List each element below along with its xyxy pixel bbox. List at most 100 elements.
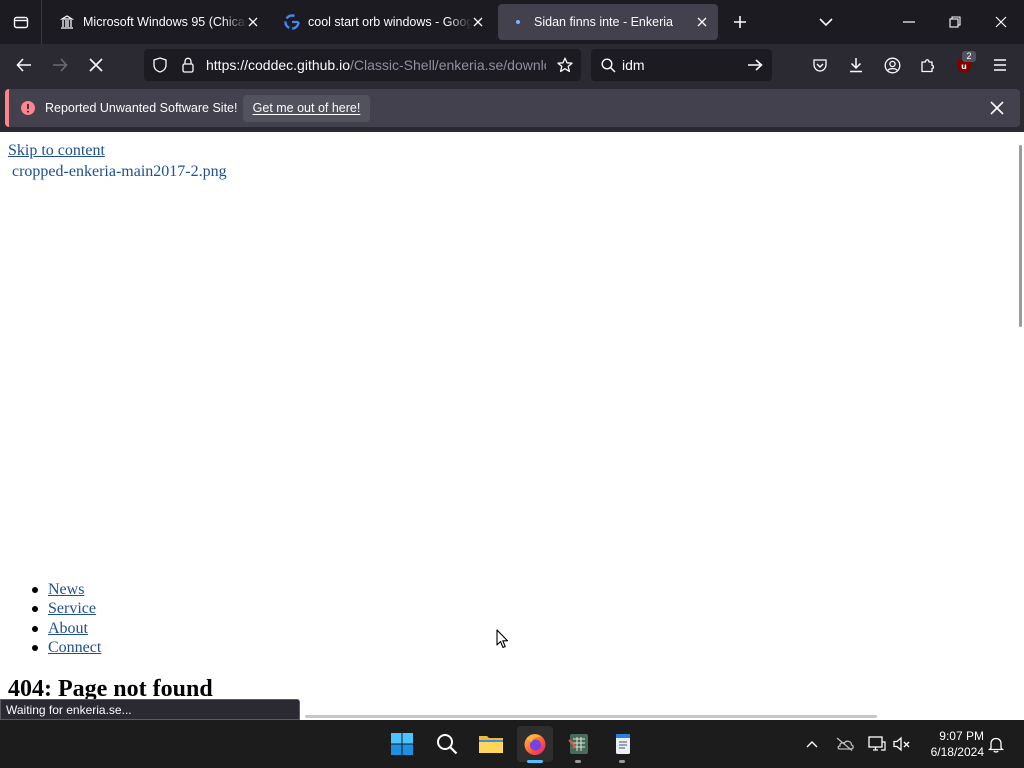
site-nav: News Service About Connect: [32, 580, 101, 658]
minimize-icon: [903, 21, 915, 23]
network-icon[interactable]: [866, 733, 888, 755]
close-icon: [995, 16, 1007, 28]
app-menu-button[interactable]: [988, 53, 1012, 77]
file-explorer-button[interactable]: [473, 726, 509, 762]
close-tab-icon[interactable]: [245, 14, 261, 30]
loading-dot-icon: [510, 14, 526, 30]
running-indicator: [619, 760, 625, 763]
mouse-cursor-icon: [496, 629, 510, 649]
download-icon: [850, 58, 862, 73]
notifications-bell-icon[interactable]: [986, 734, 1006, 754]
restore-button[interactable]: [941, 8, 969, 36]
bullet: [32, 606, 38, 613]
chevron-down-icon: [819, 18, 833, 27]
search-input[interactable]: idm: [622, 57, 645, 73]
back-button[interactable]: [12, 53, 36, 77]
arrow-right-icon: [748, 59, 763, 71]
google-icon: [284, 14, 300, 30]
taskbar-clock[interactable]: 9:07 PM 6/18/2024: [918, 728, 984, 760]
puzzle-icon: [921, 59, 935, 73]
spreadsheet-app-icon: [568, 734, 588, 754]
stop-icon: [89, 58, 103, 72]
plus-icon: [734, 16, 746, 28]
extensions-button[interactable]: [916, 53, 940, 77]
url-host: https://coddec.github.io: [206, 57, 350, 73]
minimize-button[interactable]: [895, 8, 923, 36]
search-go-button[interactable]: [744, 54, 766, 76]
firefox-icon: [524, 734, 546, 755]
notepad-app-button[interactable]: [605, 726, 641, 762]
list-all-tabs-button[interactable]: [0, 0, 42, 44]
arrow-left-icon: [16, 58, 31, 72]
url-path: /Classic-Shell/enkeria.se/downloads: [350, 57, 546, 73]
running-indicator: [575, 760, 581, 763]
get-me-out-label: Get me out of here!: [252, 101, 361, 115]
windows-logo-icon: [391, 733, 413, 755]
firefox-running-indicator: [527, 760, 543, 763]
forward-button[interactable]: [48, 53, 72, 77]
vertical-scrollbar-thumb[interactable]: [1019, 145, 1022, 327]
tab-enkeria-active[interactable]: Sidan finns inte - Enkeria: [498, 4, 718, 40]
tab-overflow-button[interactable]: [814, 10, 838, 34]
start-button[interactable]: [384, 726, 420, 762]
account-button[interactable]: [880, 53, 904, 77]
volume-muted-icon[interactable]: [891, 733, 913, 755]
close-window-button[interactable]: [987, 8, 1015, 36]
restore-icon: [949, 16, 961, 28]
bookmark-star-button[interactable]: [554, 54, 576, 76]
lock-icon[interactable]: [178, 55, 198, 75]
site-logo-alt-text[interactable]: cropped-enkeria-main2017-2.png: [12, 163, 227, 181]
new-tab-button[interactable]: [728, 10, 752, 34]
nav-item-connect: Connect: [32, 639, 101, 659]
nav-item-news: News: [32, 580, 101, 600]
show-hidden-icons-button[interactable]: [802, 734, 822, 754]
spreadsheet-app-button[interactable]: [561, 726, 597, 762]
nav-item-about: About: [32, 619, 101, 639]
arrow-right-icon: [53, 58, 68, 72]
stop-loading-button[interactable]: [84, 53, 108, 77]
tab-title: Microsoft Windows 95 (Chicago) :: [83, 15, 247, 29]
url-text[interactable]: https://coddec.github.io/Classic-Shell/e…: [206, 57, 546, 75]
folder-icon: [479, 736, 503, 753]
library-icon: [59, 14, 75, 30]
account-icon: [884, 57, 900, 73]
extension-badge-count: 2: [962, 51, 976, 62]
tracking-protection-icon[interactable]: [150, 55, 170, 75]
taskbar-search-button[interactable]: [429, 726, 465, 762]
tab-windows95[interactable]: Microsoft Windows 95 (Chicago) :: [47, 4, 269, 40]
search-icon: [598, 55, 618, 75]
svg-text:u: u: [961, 62, 967, 71]
nav-link-about[interactable]: About: [48, 620, 88, 638]
downloads-button[interactable]: [844, 53, 868, 77]
get-me-out-button[interactable]: Get me out of here!: [243, 95, 370, 122]
close-tab-icon[interactable]: [694, 14, 710, 30]
search-icon: [437, 734, 458, 755]
onedrive-offline-icon[interactable]: [834, 733, 856, 755]
pocket-icon: [813, 59, 827, 72]
pocket-button[interactable]: [808, 53, 832, 77]
clock-time: 9:07 PM: [939, 729, 984, 743]
dismiss-warning-button[interactable]: [986, 97, 1008, 119]
bullet: [32, 645, 38, 652]
nav-item-service: Service: [32, 600, 101, 620]
star-icon: [557, 57, 573, 73]
bullet: [32, 586, 38, 593]
firefox-taskbar-button[interactable]: [517, 726, 553, 762]
clock-date: 6/18/2024: [930, 745, 984, 759]
horizontal-scrollbar-thumb[interactable]: [305, 715, 877, 718]
skip-to-content-link[interactable]: Skip to content: [8, 142, 105, 160]
nav-link-connect[interactable]: Connect: [48, 639, 101, 657]
close-tab-icon[interactable]: [470, 14, 486, 30]
hamburger-menu-icon: [994, 59, 1006, 71]
warning-message: Reported Unwanted Software Site!: [45, 101, 238, 115]
close-icon: [990, 101, 1004, 115]
tab-title: Sidan finns inte - Enkeria: [534, 15, 673, 29]
nav-link-service[interactable]: Service: [48, 600, 96, 618]
warning-icon: [20, 100, 36, 116]
notepad-icon: [616, 734, 630, 754]
chevron-up-icon: [806, 741, 818, 748]
tab-google-search[interactable]: cool start orb windows - Google S: [272, 4, 494, 40]
status-panel: Waiting for enkeria.se...: [0, 699, 300, 720]
tab-title: cool start orb windows - Google S: [308, 15, 472, 29]
nav-link-news[interactable]: News: [48, 581, 84, 599]
